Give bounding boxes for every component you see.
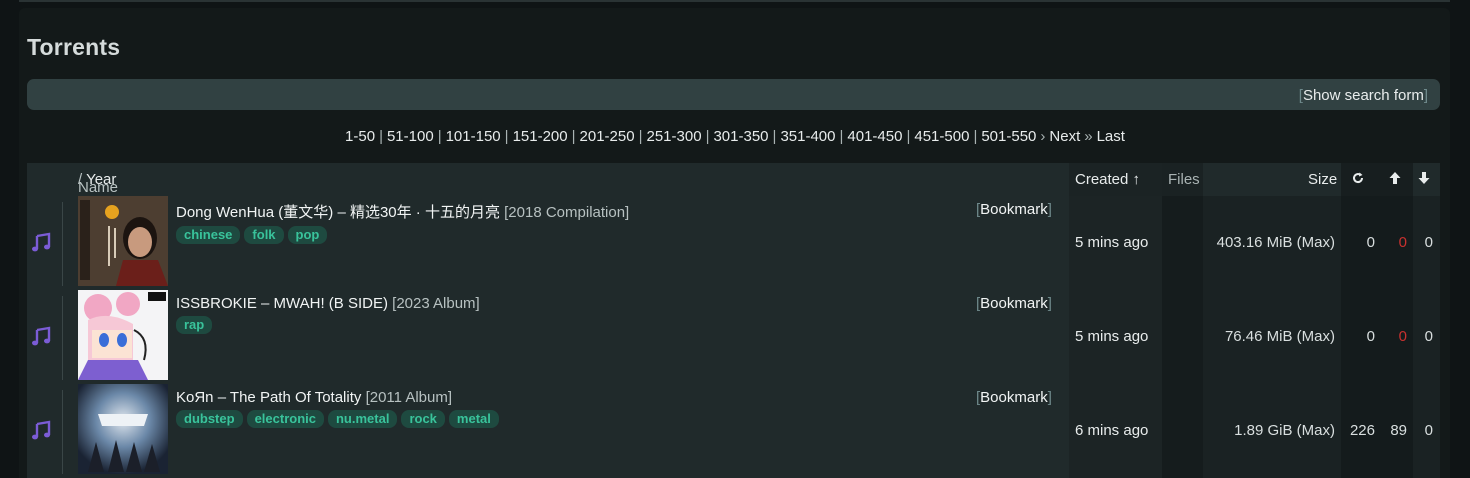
table-header: Name / Year Created ↑ Files Size	[27, 163, 1440, 196]
tag[interactable]: nu.metal	[327, 410, 398, 428]
torrent-size: 1.89 GiB (Max)	[1234, 422, 1335, 439]
row-divider	[62, 390, 63, 474]
seeders-count: 0	[1398, 234, 1407, 251]
tag[interactable]: metal	[448, 410, 499, 428]
files-cell-bg	[1162, 290, 1203, 384]
last-page-link[interactable]: Last	[1097, 128, 1125, 145]
snatched-count: 0	[1366, 234, 1375, 251]
tag[interactable]: chinese	[176, 226, 241, 244]
page-link[interactable]: 201-250	[580, 128, 635, 145]
files-cell-bg	[1162, 196, 1203, 290]
tag[interactable]: electronic	[246, 410, 324, 428]
row-divider	[62, 296, 63, 380]
tag-list: chinese folk pop	[176, 226, 1056, 244]
page-link[interactable]: 301-350	[713, 128, 768, 145]
seeders-arrow-up-icon[interactable]	[1387, 171, 1403, 188]
tag[interactable]: rock	[401, 410, 445, 428]
leechers-count: 0	[1424, 328, 1433, 345]
snatched-count: 0	[1366, 328, 1375, 345]
leechers-arrow-down-icon[interactable]	[1416, 171, 1432, 188]
tag[interactable]: dubstep	[176, 410, 243, 428]
sort-by-name[interactable]: Name	[78, 179, 118, 196]
torrent-title-text: ISSBROKIE – MWAH! (B SIDE)	[176, 295, 388, 312]
table-row: Dong WenHua (董文华) – 精选30年 · 十五的月亮 [2018 …	[27, 196, 1440, 290]
bookmark-label: Bookmark	[980, 389, 1048, 406]
page-link[interactable]: 151-200	[513, 128, 568, 145]
table-row: ISSBROKIE – MWAH! (B SIDE) [2023 Album] …	[27, 290, 1440, 384]
top-divider	[19, 0, 1450, 2]
torrent-title[interactable]: ISSBROKIE – MWAH! (B SIDE) [2023 Album]	[176, 295, 1056, 312]
torrent-info: Dong WenHua (董文华) – 精选30年 · 十五的月亮 [2018 …	[176, 201, 1056, 244]
seeders-count: 0	[1398, 328, 1407, 345]
torrent-title-text: KoЯn – The Path Of Totality	[176, 389, 362, 406]
torrent-year-info: [2023 Album]	[392, 295, 480, 312]
table-row: KoЯn – The Path Of Totality [2011 Album]…	[27, 384, 1440, 478]
next-page-link[interactable]: Next	[1049, 128, 1080, 145]
leechers-count: 0	[1424, 234, 1433, 251]
created-time: 6 mins ago	[1075, 422, 1149, 439]
page-link[interactable]: 451-500	[914, 128, 969, 145]
torrent-info: ISSBROKIE – MWAH! (B SIDE) [2023 Album] …	[176, 295, 1056, 334]
snatched-icon[interactable]	[1350, 171, 1366, 188]
page-link[interactable]: 101-150	[446, 128, 501, 145]
files-header: Files	[1168, 171, 1200, 188]
files-cell-bg	[1162, 384, 1203, 478]
bookmark-link[interactable]: [Bookmark]	[976, 295, 1052, 312]
page-link[interactable]: 1-50	[345, 128, 375, 145]
torrent-title[interactable]: KoЯn – The Path Of Totality [2011 Album]	[176, 389, 1056, 406]
tag[interactable]: pop	[287, 226, 328, 244]
torrent-size: 76.46 MiB (Max)	[1224, 328, 1335, 345]
sort-by-created[interactable]: Created ↑	[1075, 171, 1140, 188]
bookmark-link[interactable]: [Bookmark]	[976, 389, 1052, 406]
tag[interactable]: folk	[244, 226, 284, 244]
show-search-form-label: Show search form	[1302, 87, 1424, 104]
page-link[interactable]: 401-450	[847, 128, 902, 145]
music-category-icon	[32, 326, 51, 346]
bookmark-link[interactable]: [Bookmark]	[976, 201, 1052, 218]
music-category-icon	[32, 232, 51, 252]
sort-by-size[interactable]: Size	[1308, 171, 1337, 188]
created-time: 5 mins ago	[1075, 234, 1149, 251]
album-cover[interactable]	[78, 384, 168, 474]
tag-list: rap	[176, 316, 1056, 334]
torrent-size: 403.16 MiB (Max)	[1216, 234, 1335, 251]
show-search-form-link[interactable]: [Show search form]	[1299, 87, 1428, 104]
page-link[interactable]: 351-400	[780, 128, 835, 145]
torrent-year-info: [2018 Compilation]	[504, 204, 630, 221]
music-category-icon	[32, 420, 51, 440]
torrent-year-info: [2011 Album]	[365, 389, 453, 406]
album-cover[interactable]	[78, 196, 168, 286]
name-year-header: Name / Year	[78, 171, 119, 196]
snatched-count: 226	[1349, 422, 1375, 439]
torrent-title-text: Dong WenHua (董文华) – 精选30年 · 十五的月亮	[176, 204, 500, 221]
row-divider	[62, 202, 63, 286]
album-cover[interactable]	[78, 290, 168, 380]
seeders-count: 89	[1390, 422, 1407, 439]
page-link[interactable]: 51-100	[387, 128, 434, 145]
tag[interactable]: rap	[176, 316, 213, 334]
page-title: Torrents	[27, 34, 121, 60]
bookmark-label: Bookmark	[980, 201, 1048, 218]
torrent-table: Name / Year Created ↑ Files Size Dong We…	[27, 163, 1440, 478]
page-link[interactable]: 251-300	[647, 128, 702, 145]
torrent-info: KoЯn – The Path Of Totality [2011 Album]…	[176, 389, 1056, 428]
page-link[interactable]: 501-550	[981, 128, 1036, 145]
tag-list: dubstep electronic nu.metal rock metal	[176, 410, 1056, 428]
pagination: 1-50 | 51-100 | 101-150 | 151-200 | 201-250 | 251-…	[345, 128, 1125, 145]
bookmark-label: Bookmark	[980, 295, 1048, 312]
leechers-count: 0	[1424, 422, 1433, 439]
torrent-title[interactable]: Dong WenHua (董文华) – 精选30年 · 十五的月亮 [2018 …	[176, 201, 1056, 222]
search-bar: [Show search form]	[27, 79, 1440, 110]
created-time: 5 mins ago	[1075, 328, 1149, 345]
